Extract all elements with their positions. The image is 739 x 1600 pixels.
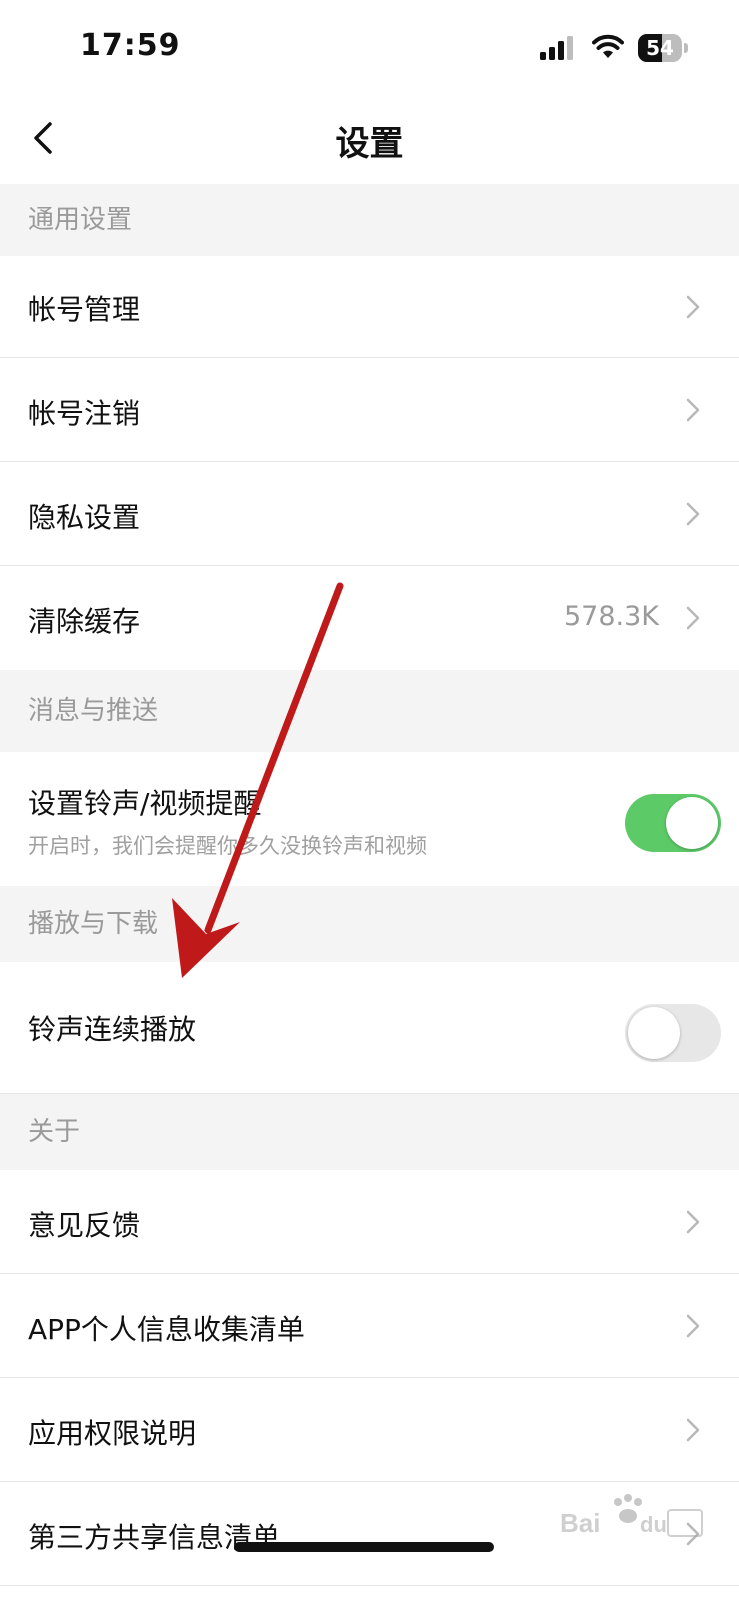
ringtone-reminder-toggle[interactable]	[625, 794, 721, 852]
chevron-right-icon	[686, 1418, 700, 1442]
row-account-cancel[interactable]: 帐号注销	[0, 358, 739, 462]
row-account-manage[interactable]: 帐号管理	[0, 256, 739, 358]
row-clear-cache[interactable]: 清除缓存 578.3K	[0, 566, 739, 670]
row-label: 意见反馈	[28, 1209, 141, 1242]
chevron-right-icon	[686, 1210, 700, 1234]
row-label: 设置铃声/视频提醒	[28, 787, 262, 820]
chevron-right-icon	[686, 1314, 700, 1338]
row-label: 清除缓存	[28, 605, 141, 638]
row-privacy[interactable]: 隐私设置	[0, 462, 739, 566]
battery-icon: 54	[638, 34, 688, 62]
section-header-messages: 消息与推送	[0, 670, 739, 752]
row-label: APP个人信息收集清单	[28, 1313, 305, 1346]
status-time: 17:59	[80, 28, 181, 63]
svg-text:du: du	[640, 1512, 667, 1537]
toggle-knob	[628, 1007, 680, 1059]
toggle-knob	[666, 797, 718, 849]
home-indicator	[234, 1542, 494, 1552]
chevron-right-icon	[686, 398, 700, 422]
row-label: 帐号注销	[28, 397, 141, 430]
row-label: 铃声连续播放	[28, 1013, 197, 1046]
row-ringtone-reminder: 设置铃声/视频提醒 开启时，我们会提醒你多久没换铃声和视频	[0, 752, 739, 886]
row-label: 帐号管理	[28, 293, 141, 326]
cellular-signal-icon	[540, 36, 573, 60]
chevron-right-icon	[686, 502, 700, 526]
row-sublabel: 开启时，我们会提醒你多久没换铃声和视频	[28, 834, 427, 858]
status-bar: 17:59 54	[0, 0, 739, 100]
row-continuous-play: 铃声连续播放	[0, 962, 739, 1094]
svg-text:Bai: Bai	[560, 1508, 600, 1538]
row-label: 应用权限说明	[28, 1417, 197, 1450]
row-permissions[interactable]: 应用权限说明	[0, 1378, 739, 1482]
section-header-general: 通用设置	[0, 184, 739, 256]
cache-size-value: 578.3K	[563, 601, 659, 632]
watermark-logo: Bai du	[560, 1494, 703, 1538]
continuous-play-toggle[interactable]	[625, 1004, 721, 1062]
wifi-icon	[592, 34, 624, 58]
chevron-right-icon	[686, 606, 700, 630]
section-header-playback: 播放与下载	[0, 886, 739, 962]
section-header-about: 关于	[0, 1094, 739, 1170]
row-info-list[interactable]: APP个人信息收集清单	[0, 1274, 739, 1378]
row-feedback[interactable]: 意见反馈	[0, 1170, 739, 1274]
nav-bar: 设置	[0, 100, 739, 184]
battery-percent: 54	[646, 36, 674, 60]
page-title: 设置	[335, 124, 404, 164]
chevron-right-icon	[686, 295, 700, 319]
row-label: 隐私设置	[28, 501, 141, 534]
